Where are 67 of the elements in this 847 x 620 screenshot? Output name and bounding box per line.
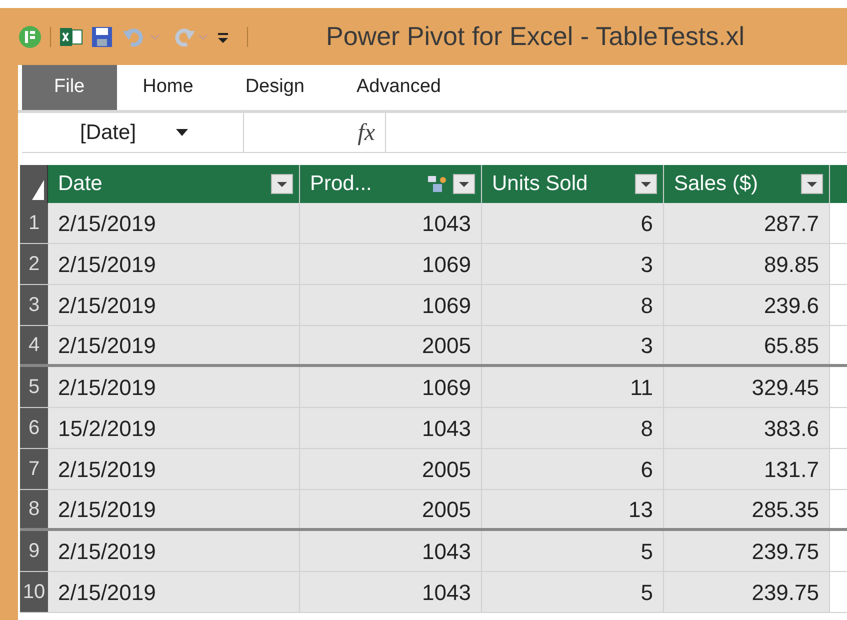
table-cell: 3 [482, 244, 664, 284]
table-cell: 285.35 [664, 490, 830, 528]
table-cell: 2005 [300, 490, 482, 528]
table-cell: 1069 [300, 367, 482, 407]
row-number[interactable]: 8 [20, 490, 48, 528]
table-cell: 239.6 [664, 285, 830, 325]
table-cell: 2005 [300, 449, 482, 489]
ribbon-tab[interactable]: Design [219, 65, 330, 110]
ribbon-tab[interactable]: File [22, 65, 117, 110]
table-cell: 5 [482, 572, 664, 612]
table-cell: 1069 [300, 285, 482, 325]
table-cell: 6 [482, 449, 664, 489]
save-icon[interactable] [91, 26, 113, 48]
spreadsheet-icon[interactable] [59, 26, 83, 48]
table-cell: 6 [482, 203, 664, 243]
table-cell: 2/15/2019 [48, 244, 300, 284]
select-all-icon[interactable] [32, 180, 44, 200]
row-number[interactable]: 10 [20, 572, 48, 612]
row-number[interactable]: 4 [20, 326, 48, 364]
table-cell: 287.7 [664, 203, 830, 243]
table-cell: 131.7 [664, 449, 830, 489]
table-cell: 239.75 [664, 572, 830, 612]
relationship-icon [427, 175, 447, 193]
name-box[interactable]: [Date] [22, 113, 244, 152]
table-cell: 2/15/2019 [48, 203, 300, 243]
table-cell: 2/15/2019 [48, 326, 300, 364]
table-cell: 2/15/2019 [48, 531, 300, 571]
table-cell: 5 [482, 531, 664, 571]
power-pivot-icon[interactable] [18, 24, 42, 48]
ribbon-tab[interactable]: Advanced [330, 65, 467, 110]
table-cell: 2/15/2019 [48, 572, 300, 612]
window-title: Power Pivot for Excel - TableTests.xl [326, 20, 745, 53]
row-number[interactable]: 1 [20, 203, 48, 243]
ribbon-tab[interactable]: Home [116, 65, 220, 110]
row-number[interactable]: 6 [20, 408, 48, 448]
table-cell: 8 [482, 285, 664, 325]
filter-dropdown-icon[interactable] [635, 174, 657, 194]
table-cell: 2/15/2019 [48, 490, 300, 528]
table-cell: 15/2/2019 [48, 408, 300, 448]
filter-dropdown-icon[interactable] [801, 174, 823, 194]
row-number[interactable]: 3 [20, 285, 48, 325]
table-cell: 8 [482, 408, 664, 448]
table-cell: 11 [482, 367, 664, 407]
table-cell: 2005 [300, 326, 482, 364]
row-number[interactable]: 5 [20, 367, 48, 407]
filter-dropdown-icon[interactable] [453, 174, 475, 194]
table-cell: 1043 [300, 408, 482, 448]
filter-dropdown-icon[interactable] [271, 174, 293, 194]
table-cell: 13 [482, 490, 664, 528]
table-cell: 1043 [300, 203, 482, 243]
row-number[interactable]: 7 [20, 449, 48, 489]
table-cell: 2/15/2019 [48, 285, 300, 325]
table-cell: 1043 [300, 531, 482, 571]
row-number[interactable]: 9 [20, 531, 48, 571]
table-cell: 2/15/2019 [48, 367, 300, 407]
function-button[interactable]: fx [358, 114, 375, 150]
table-cell: 3 [482, 326, 664, 364]
table-cell: 1043 [300, 572, 482, 612]
dropdown-icon [176, 129, 188, 136]
table-cell: 65.85 [664, 326, 830, 364]
table-cell: 2/15/2019 [48, 449, 300, 489]
table-cell: 89.85 [664, 244, 830, 284]
table-cell: 383.6 [664, 408, 830, 448]
table-cell: 329.45 [664, 367, 830, 407]
table-cell: 239.75 [664, 531, 830, 571]
table-cell: 1069 [300, 244, 482, 284]
row-number[interactable]: 2 [20, 244, 48, 284]
